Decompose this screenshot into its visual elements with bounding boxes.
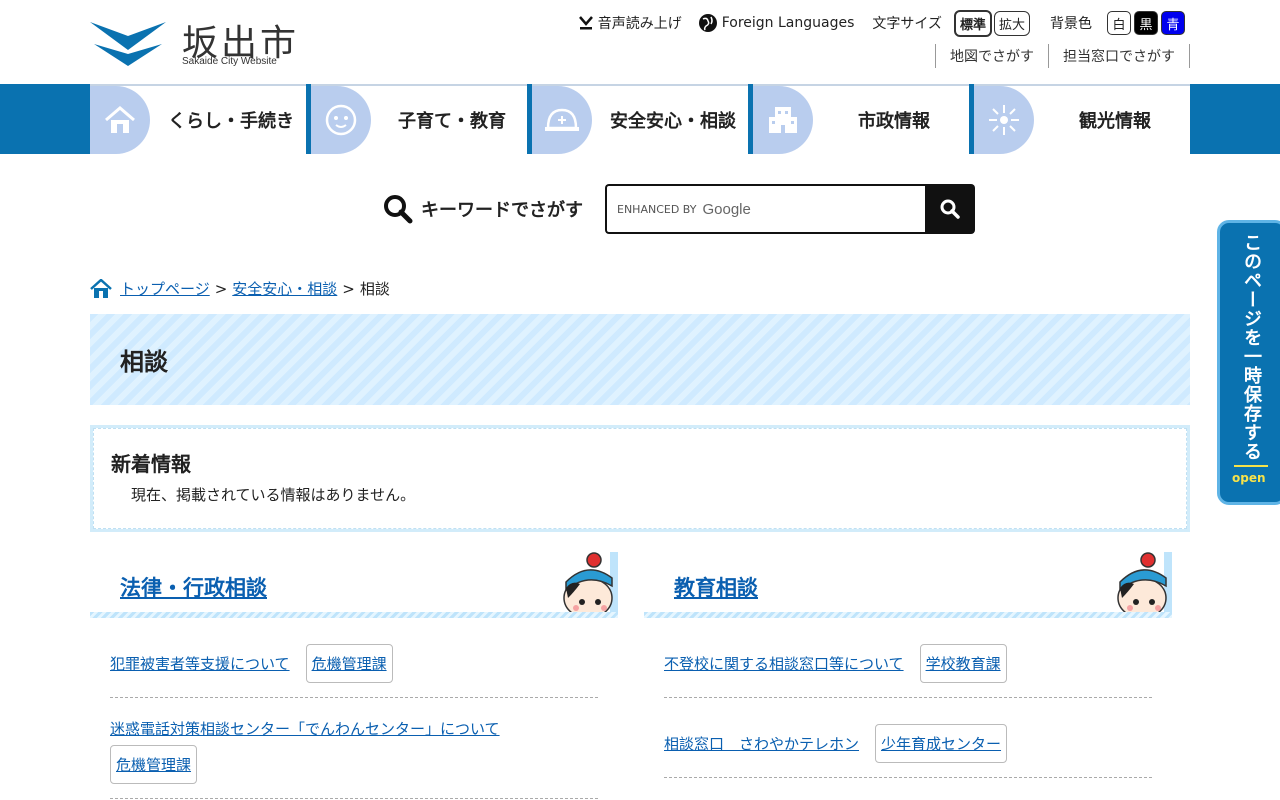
nav-item-childcare[interactable]: 子育て・教育 <box>311 84 527 154</box>
dept-link[interactable]: 学校教育課 <box>919 644 1007 683</box>
office-search-link[interactable]: 担当窓口でさがす <box>1048 44 1190 68</box>
arrow-left-icon <box>1234 465 1268 467</box>
voice-reader-link[interactable]: 音声読み上げ <box>578 13 682 33</box>
font-size-label: 文字サイズ <box>872 16 942 32</box>
nav-item-safety[interactable]: 安全安心・相談 <box>532 84 748 154</box>
open-label: open <box>1232 471 1266 485</box>
nav-item-tourism[interactable]: 観光情報 <box>974 84 1190 154</box>
section-title-link[interactable]: 法律・行政相談 <box>120 572 267 602</box>
dept-link[interactable]: 危機管理課 <box>305 644 393 683</box>
breadcrumb-current: 相談 <box>359 280 390 298</box>
section-title-link[interactable]: 教育相談 <box>674 572 758 602</box>
bg-color-label: 背景色 <box>1050 16 1092 32</box>
page-title: 相談 <box>90 314 1190 405</box>
dept-link[interactable]: 少年育成センター <box>875 724 1008 763</box>
search-icon <box>940 199 960 219</box>
save-page-tab[interactable]: このページを一時保存する open <box>1217 220 1280 505</box>
mascot-icon <box>563 552 618 618</box>
magnifier-icon <box>384 195 413 224</box>
nav-label: 市政情報 <box>858 111 930 132</box>
logo-mark-icon <box>90 22 166 66</box>
bg-black-button[interactable]: 黒 <box>1134 11 1158 35</box>
helmet-icon <box>532 86 592 154</box>
house-icon <box>90 86 150 154</box>
nav-item-city-info[interactable]: 市政情報 <box>753 84 969 154</box>
global-nav: くらし・手続き 子育て・教育 安全安心・相談 市政情報 観光情報 <box>90 84 1190 154</box>
news-box: 新着情報 現在、掲載されている情報はありません。 <box>90 425 1190 532</box>
mascot-icon <box>1117 552 1172 618</box>
list-item: 相談窓口 さわやかテレホン 少年育成センター <box>664 698 1152 778</box>
voice-reader-label: 音声読み上げ <box>597 16 682 32</box>
foreign-languages-label: Foreign Languages <box>721 15 855 31</box>
list-item: 犯罪被害者等支援について 危機管理課 <box>110 618 598 698</box>
nav-item-living[interactable]: くらし・手続き <box>90 84 306 154</box>
firework-icon <box>974 86 1034 154</box>
section-header: 教育相談 <box>644 552 1172 618</box>
bg-white-button[interactable]: 白 <box>1107 11 1131 35</box>
nav-label: 子育て・教育 <box>398 111 506 132</box>
list-item: 迷惑電話対策相談センター「でんわんセンター」について 危機管理課 <box>110 698 598 799</box>
map-search-link[interactable]: 地図でさがす <box>935 44 1048 68</box>
search-button[interactable] <box>925 184 975 234</box>
home-icon <box>90 278 112 298</box>
nav-label: くらし・手続き <box>168 111 294 132</box>
section-list: 不登校に関する相談窓口等について 学校教育課 相談窓口 さわやかテレホン 少年育… <box>644 618 1172 778</box>
building-icon <box>753 86 813 154</box>
utility-bar: 音声読み上げ Foreign Languages 文字サイズ 標準 拡大 背景色… <box>562 9 1185 37</box>
baby-icon <box>311 86 371 154</box>
breadcrumb-home-link[interactable]: トップページ <box>120 278 210 299</box>
breadcrumb-parent-link[interactable]: 安全安心・相談 <box>232 278 337 299</box>
entry-link[interactable]: 相談窓口 さわやかテレホン <box>664 733 859 754</box>
entry-link[interactable]: 迷惑電話対策相談センター「でんわんセンター」について <box>110 718 582 739</box>
section-list: 犯罪被害者等支援について 危機管理課 迷惑電話対策相談センター「でんわんセンター… <box>90 618 618 799</box>
entry-link[interactable]: 不登校に関する相談窓口等について <box>664 653 904 674</box>
globe-icon <box>698 14 717 32</box>
entry-link[interactable]: 犯罪被害者等支援について <box>110 653 290 674</box>
bg-blue-button[interactable]: 青 <box>1161 11 1185 35</box>
download-arrow-icon <box>578 16 593 30</box>
breadcrumb: トップページ > 安全安心・相談 > 相談 <box>90 278 390 299</box>
logo-subtitle: Sakaide City Website <box>182 56 277 67</box>
list-item: 不登校に関する相談窓口等について 学校教育課 <box>664 618 1152 698</box>
font-standard-button[interactable]: 標準 <box>953 9 992 37</box>
section-header: 法律・行政相談 <box>90 552 618 618</box>
search-label: キーワードでさがす <box>421 200 583 221</box>
section-education: 教育相談 不登校に関する相談窓口等について 学校教育課 相談窓口 さわやかテレホ… <box>644 552 1172 778</box>
news-body: 現在、掲載されている情報はありません。 <box>131 486 416 504</box>
site-logo[interactable]: 坂出市 Sakaide City Website <box>90 10 310 70</box>
font-large-button[interactable]: 拡大 <box>993 10 1030 36</box>
dept-link[interactable]: 危機管理課 <box>110 745 198 784</box>
header-sublinks: 地図でさがす 担当窓口でさがす <box>935 44 1190 68</box>
save-page-label: このページを一時保存する <box>1241 233 1262 461</box>
news-title: 新着情報 <box>111 452 191 476</box>
search-input[interactable]: ENHANCED BY Google <box>605 184 925 234</box>
nav-label: 安全安心・相談 <box>610 111 736 132</box>
section-legal: 法律・行政相談 犯罪被害者等支援について 危機管理課 迷惑電話対策相談センター「… <box>90 552 618 799</box>
nav-label: 観光情報 <box>1079 111 1151 132</box>
google-text: Google <box>702 200 751 218</box>
foreign-languages-link[interactable]: Foreign Languages <box>698 13 855 33</box>
enhanced-by-text: ENHANCED BY <box>617 202 697 216</box>
keyword-search: キーワードでさがす ENHANCED BY Google <box>383 184 975 234</box>
